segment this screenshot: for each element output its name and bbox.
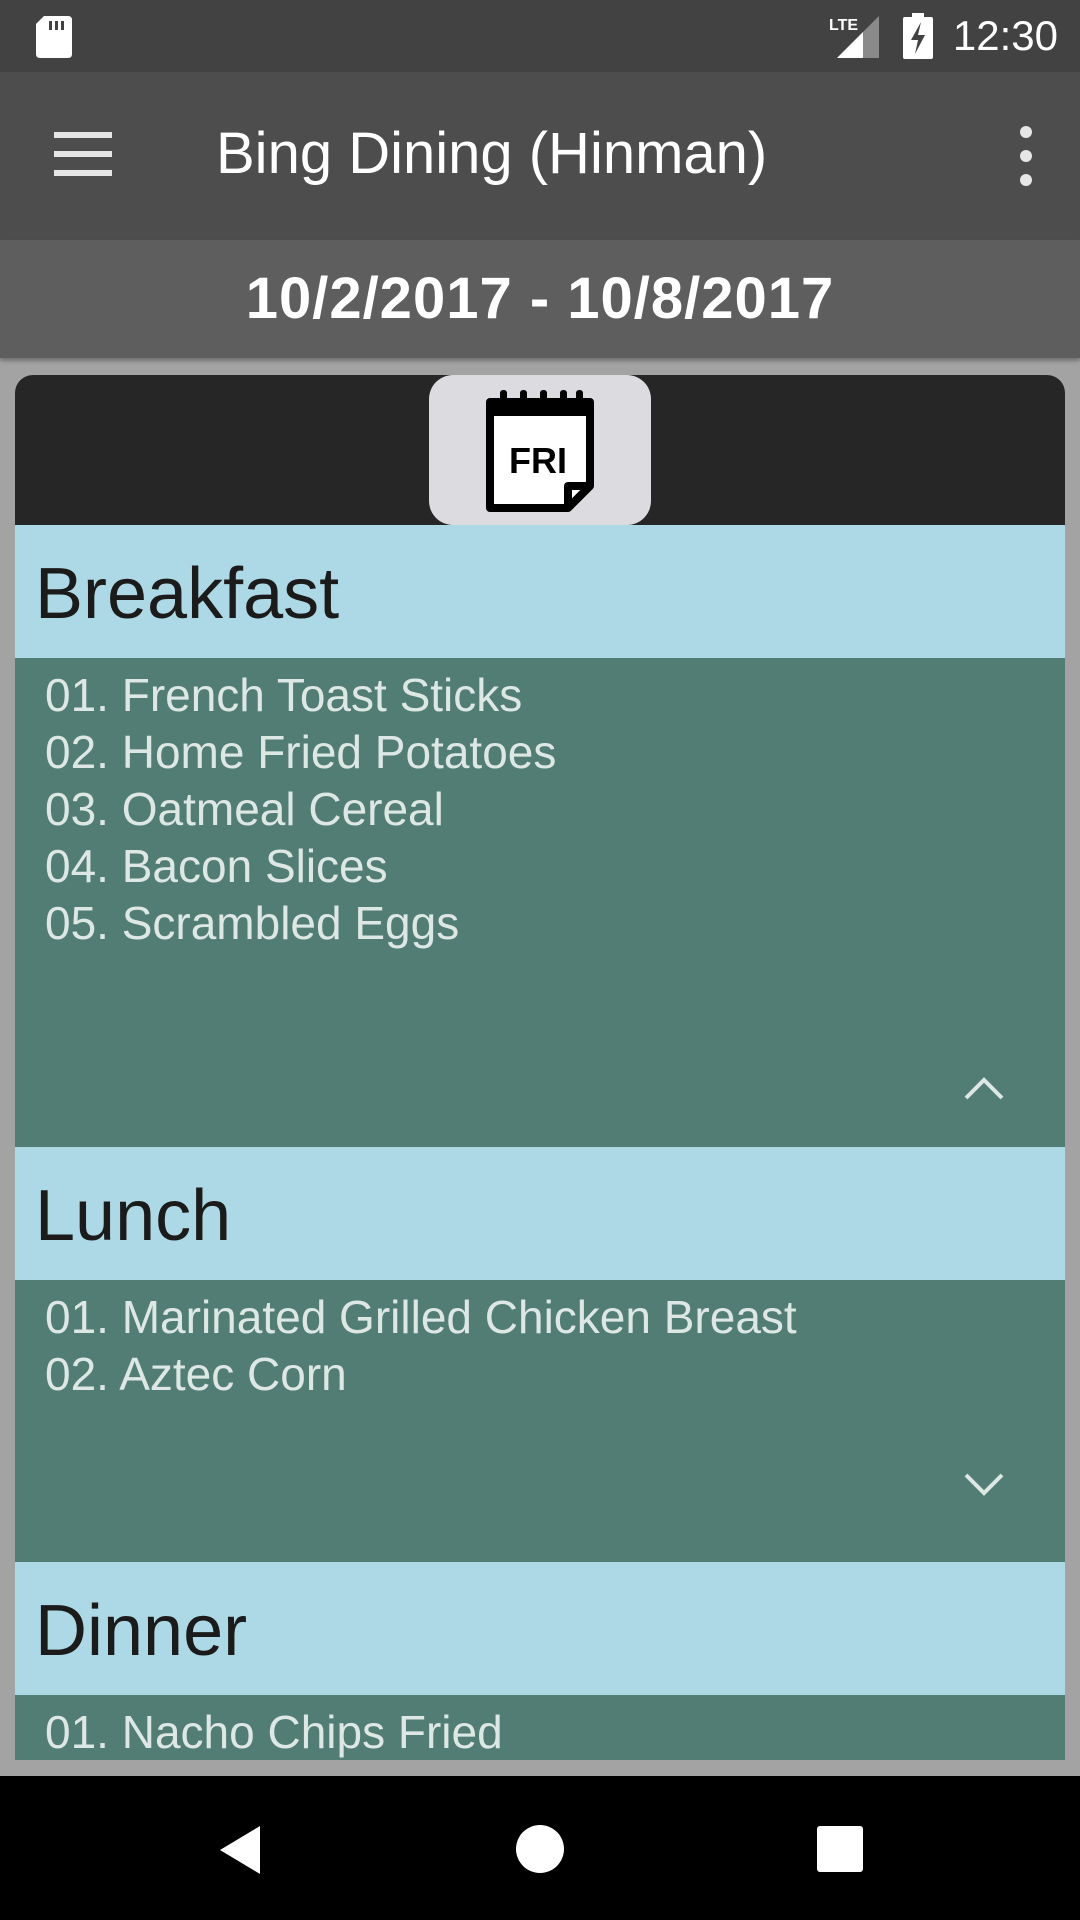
lunch-title: Lunch	[35, 1176, 232, 1256]
calendar-icon: FRI	[486, 390, 594, 512]
navigation-bar	[0, 1776, 1080, 1920]
list-item: 04. Bacon Slices	[45, 840, 388, 892]
more-options-icon[interactable]	[1002, 124, 1050, 188]
list-item: 01. French Toast Sticks	[45, 669, 523, 721]
list-item: 05. Scrambled Eggs	[45, 897, 460, 949]
dinner-title: Dinner	[35, 1591, 248, 1671]
dinner-header[interactable]: Dinner	[15, 1562, 1065, 1695]
breakfast-list: 01. French Toast Sticks 02. Home Fried P…	[15, 658, 1065, 1147]
home-icon[interactable]	[515, 1824, 565, 1874]
day-label: FRI	[509, 440, 567, 481]
page-title: Bing Dining (Hinman)	[216, 121, 768, 186]
dinner-list: 01. Nacho Chips Fried	[15, 1695, 1065, 1760]
chevron-up-icon[interactable]	[963, 1075, 1005, 1101]
list-item: 02. Home Fried Potatoes	[45, 726, 557, 778]
status-bar: LTE 12:30	[0, 0, 1080, 72]
date-range: 10/2/2017 - 10/8/2017	[245, 266, 835, 331]
list-item: 03. Oatmeal Cereal	[45, 783, 444, 835]
list-item: 02. Aztec Corn	[45, 1348, 347, 1400]
lunch-header[interactable]: Lunch	[15, 1147, 1065, 1280]
list-item: 01. Marinated Grilled Chicken Breast	[45, 1291, 797, 1343]
list-item: 01. Nacho Chips Fried	[45, 1706, 503, 1758]
breakfast-title: Breakfast	[35, 554, 340, 634]
breakfast-header[interactable]: Breakfast	[15, 525, 1065, 658]
recents-icon[interactable]	[817, 1826, 863, 1872]
lunch-list: 01. Marinated Grilled Chicken Breast 02.…	[15, 1280, 1065, 1562]
day-selector-button[interactable]: FRI	[429, 375, 651, 525]
back-icon[interactable]	[216, 1824, 264, 1876]
menu-icon[interactable]	[54, 132, 112, 176]
chevron-down-icon[interactable]	[963, 1472, 1005, 1498]
clock: 12:30	[952, 12, 1058, 59]
sd-card-icon	[36, 16, 72, 58]
app-bar: Bing Dining (Hinman)	[0, 72, 1080, 240]
network-type: LTE	[829, 17, 858, 34]
date-range-bar: 10/2/2017 - 10/8/2017	[0, 240, 1080, 358]
battery-charging-icon	[902, 13, 933, 59]
signal-icon: LTE	[829, 16, 879, 58]
menu-card: FRI Breakfast 01. French Toast Sticks 02…	[15, 375, 1065, 1760]
